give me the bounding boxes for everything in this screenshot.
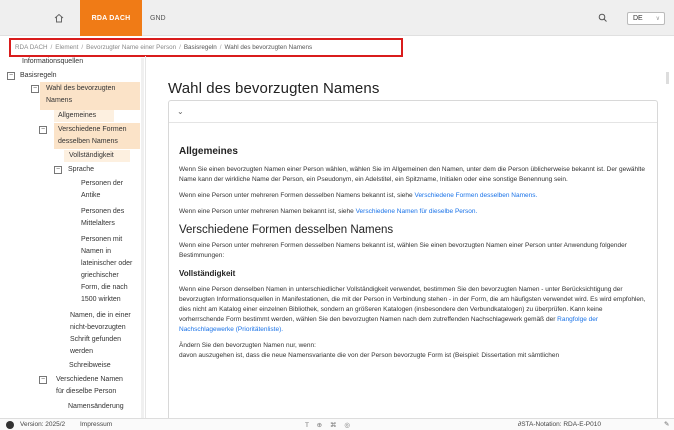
collapse-icon[interactable]: − [7, 72, 15, 80]
sidebar-item-mittelalter[interactable]: Personen des [81, 206, 124, 218]
sidebar-item-sprache[interactable]: Sprache [68, 164, 94, 176]
sidebar-item-basisregeln[interactable]: Basisregeln [20, 70, 57, 82]
language-value: DE [633, 15, 643, 22]
chevron-down-icon: ∨ [655, 16, 660, 22]
paragraph: Wenn eine Person unter mehreren Formen d… [179, 192, 538, 199]
sidebar-item-vollstaendigkeit[interactable]: Vollständigkeit [69, 150, 114, 162]
breadcrumb-rda-dach[interactable]: RDA DACH [15, 44, 48, 51]
sidebar-item-verschiedene-formen[interactable]: Verschiedene Formen [58, 124, 126, 136]
sidebar-item-lateinisch-line6[interactable]: 1500 wirkten [81, 294, 121, 306]
footer: Version: 2025/2 Impressum T ⊕ ⌘ ◎ ∂STA-N… [0, 418, 674, 430]
sta-notation: ∂STA-Notation: RDA-E-P010 [518, 421, 601, 428]
collapse-icon[interactable]: − [39, 376, 47, 384]
collapse-icon[interactable]: − [31, 85, 39, 93]
collapse-icon[interactable]: − [39, 126, 47, 134]
sidebar-scrollbar[interactable] [141, 58, 144, 418]
paragraph: Wenn eine Person denselben Namen in unte… [179, 286, 646, 333]
sidebar-item-verschiedene-namen[interactable]: Verschiedene Namen [56, 374, 123, 386]
breadcrumb: RDA DACH / Element / Bevorzugter Name ei… [9, 38, 403, 57]
breadcrumb-bevorzugter-name[interactable]: Bevorzugter Name einer Person [86, 44, 176, 51]
content-card: ⌄ Allgemeines Wenn Sie einen bevorzugten… [168, 100, 658, 418]
sidebar-item-schrift-line3[interactable]: Schrift gefunden [70, 334, 121, 346]
sidebar-item-mittelalter-line2[interactable]: Mittelalters [81, 218, 115, 230]
sidebar-item-lateinisch-line2[interactable]: Namen in [81, 246, 111, 258]
chevron-down-icon[interactable]: ⌄ [177, 107, 184, 116]
sidebar-item-lateinisch-line5[interactable]: Form, die nach [81, 282, 128, 294]
sidebar-item-lateinisch-line3[interactable]: lateinischer oder [81, 258, 132, 270]
breadcrumb-element[interactable]: Element [55, 44, 78, 51]
tab-rda-dach[interactable]: RDA DACH [80, 0, 142, 36]
tab-gnd[interactable]: GND [150, 0, 190, 36]
sidebar-item-schrift-line2[interactable]: nicht-bevorzugten [70, 322, 126, 334]
impressum-link[interactable]: Impressum [80, 421, 112, 428]
paragraph: Ändern Sie den bevorzugten Namen nur, we… [179, 342, 316, 349]
home-icon[interactable] [38, 0, 80, 36]
paragraph: Wenn Sie einen bevorzugten Namen einer P… [179, 166, 645, 183]
card-body: Allgemeines Wenn Sie einen bevorzugten N… [179, 141, 649, 367]
collapse-icon[interactable]: − [54, 166, 62, 174]
sidebar-item-wahl[interactable]: Wahl des bevorzugten [46, 83, 115, 95]
sidebar-item-lateinisch[interactable]: Personen mit [81, 234, 122, 246]
footer-toolbar-icons[interactable]: T ⊕ ⌘ ◎ [305, 421, 353, 429]
section-heading: Allgemeines [179, 146, 238, 157]
top-navbar: RDA DACH GND DE ∨ [0, 0, 674, 36]
sidebar-item-schreibweise[interactable]: Schreibweise [69, 360, 111, 372]
sidebar-item-namensaenderung[interactable]: Namensänderung [68, 401, 124, 413]
version-label: Version: 2025/2 [20, 421, 66, 428]
sidebar-item-verschiedene-namen-line2[interactable]: für dieselbe Person [56, 386, 116, 398]
sidebar-tree: Informationsquellen − Basisregeln − Wahl… [0, 56, 146, 418]
page-scrollbar[interactable] [666, 72, 669, 84]
main-content: Wahl des bevorzugten Namens ⌄ Allgemeine… [146, 58, 674, 418]
card-header[interactable]: ⌄ [169, 101, 657, 123]
breadcrumb-current: Wahl des bevorzugten Namens [224, 44, 313, 51]
sidebar-item-verschiedene-formen-line2[interactable]: desselben Namens [58, 136, 118, 148]
link-verschiedene-formen[interactable]: Verschiedene Formen desselben Namens. [414, 192, 537, 199]
subsection-heading: Vollständigkeit [179, 269, 236, 278]
sidebar-item-lateinisch-line4[interactable]: griechischer [81, 270, 119, 282]
breadcrumb-basisregeln[interactable]: Basisregeln [184, 44, 217, 51]
sidebar-item-wahl-line2[interactable]: Namens [46, 95, 72, 107]
github-icon[interactable] [6, 421, 14, 429]
link-verschiedene-namen[interactable]: Verschiedene Namen für dieselbe Person. [356, 208, 478, 215]
sidebar-item-schrift-line4[interactable]: werden [70, 346, 93, 358]
sidebar-item-informationsquellen[interactable]: Informationsquellen [22, 56, 83, 68]
paragraph: davon auszugehen ist, dass die neue Name… [179, 352, 560, 359]
page-title: Wahl des bevorzugten Namens [168, 80, 380, 97]
paragraph: Wenn eine Person unter mehreren Formen d… [179, 242, 627, 259]
sidebar-item-schrift[interactable]: Namen, die in einer [70, 310, 131, 322]
search-icon[interactable] [598, 13, 608, 23]
edit-icon[interactable]: ✎ [664, 420, 669, 428]
language-select[interactable]: DE ∨ [627, 12, 665, 25]
sidebar-item-antike[interactable]: Personen der [81, 178, 123, 190]
section-heading: Verschiedene Formen desselben Namens [179, 224, 394, 236]
sidebar-item-allgemeines[interactable]: Allgemeines [58, 110, 96, 122]
paragraph: Wenn eine Person unter mehreren Namen be… [179, 208, 478, 215]
sidebar-item-antike-line2[interactable]: Antike [81, 190, 100, 202]
